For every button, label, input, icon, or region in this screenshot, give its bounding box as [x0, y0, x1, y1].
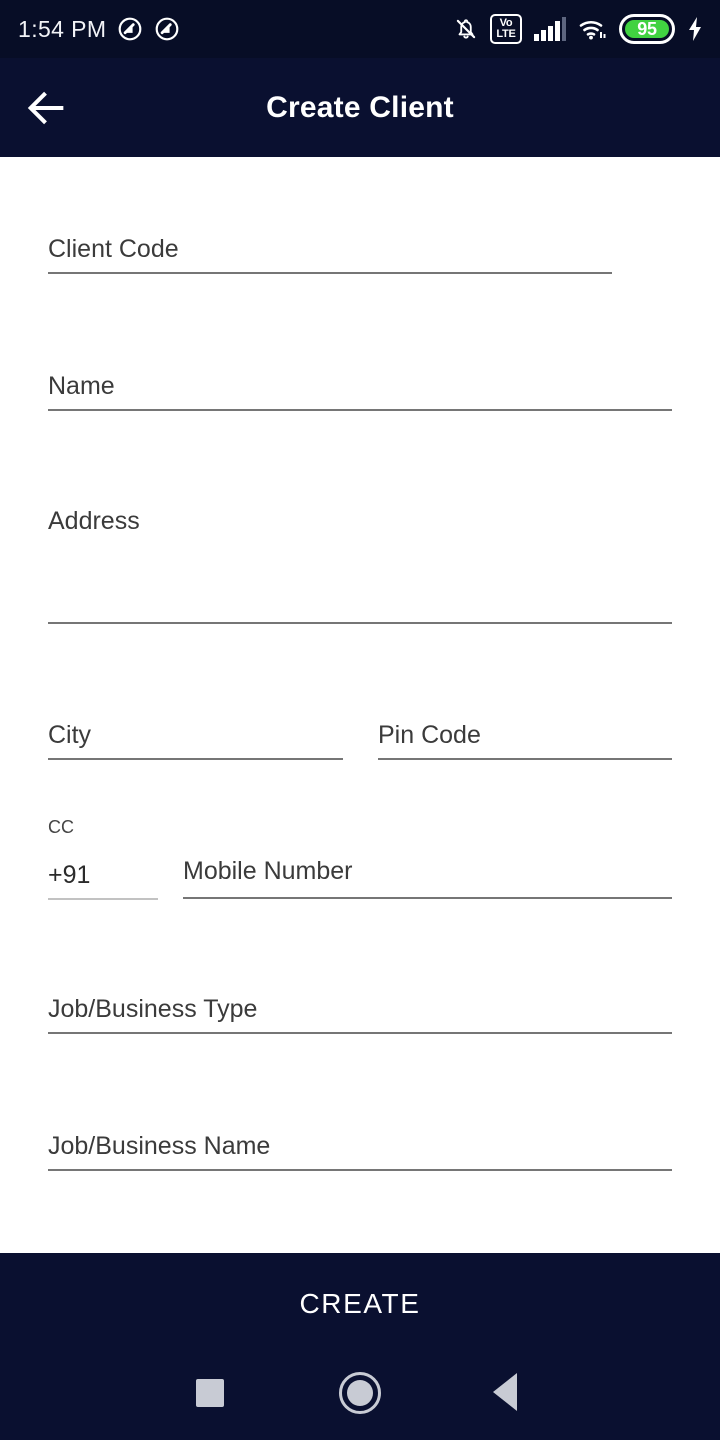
battery-icon: 95	[619, 14, 675, 44]
status-bar-clock: 1:54 PM	[18, 15, 107, 42]
nav-buttons-wrapper	[0, 1355, 720, 1440]
mobile-number-underline	[183, 897, 672, 899]
status-bar: 1:54 PM Vo LTE 95	[0, 0, 720, 58]
address-underline	[48, 622, 672, 624]
volte-icon: Vo LTE	[490, 14, 522, 44]
nav-back-button[interactable]	[481, 1367, 529, 1417]
square-icon	[196, 1379, 224, 1407]
triangle-left-icon	[493, 1373, 517, 1411]
wifi-icon	[578, 16, 608, 42]
city-label: City	[48, 721, 92, 749]
app-bar: Create Client	[0, 58, 720, 157]
circle-icon-inner	[347, 1380, 373, 1406]
job-business-name-underline	[48, 1169, 672, 1171]
job-business-type-underline	[48, 1032, 672, 1034]
nav-recents-button[interactable]	[186, 1369, 234, 1417]
field-city[interactable]: City	[48, 723, 91, 748]
field-name[interactable]: Name	[48, 374, 115, 399]
client-code-label: Client Code	[48, 235, 179, 263]
address-label: Address	[48, 507, 140, 535]
nav-home-button[interactable]	[336, 1365, 384, 1421]
status-bar-right: Vo LTE 95	[453, 14, 704, 44]
footer: CREATE	[0, 1253, 720, 1440]
field-job-business-name[interactable]: Job/Business Name	[48, 1134, 270, 1159]
create-button[interactable]: CREATE	[0, 1253, 720, 1355]
volte-bottom-label: LTE	[496, 28, 516, 40]
form-container: Client Code Name Address City Pin Code C…	[0, 157, 720, 1253]
status-bar-left: 1:54 PM	[18, 16, 180, 43]
dnd-circle-slash-icon	[154, 16, 180, 42]
system-nav-bar	[0, 1355, 720, 1440]
job-business-name-label: Job/Business Name	[48, 1132, 271, 1160]
field-mobile-number[interactable]: Mobile Number	[183, 859, 353, 884]
country-code-value: +91	[48, 861, 91, 889]
field-pin-code[interactable]: Pin Code	[378, 723, 481, 748]
field-client-code[interactable]: Client Code	[48, 237, 179, 262]
client-code-underline	[48, 272, 612, 274]
charging-bolt-icon	[686, 16, 704, 42]
name-underline	[48, 409, 672, 411]
back-button[interactable]	[14, 76, 78, 140]
mobile-number-label: Mobile Number	[183, 857, 353, 885]
name-label: Name	[48, 372, 115, 400]
arrow-left-icon	[23, 85, 69, 131]
pin-code-label: Pin Code	[378, 721, 481, 749]
field-country-code[interactable]: CC +91	[48, 818, 90, 888]
field-job-business-type[interactable]: Job/Business Type	[48, 997, 257, 1022]
bell-muted-icon	[453, 16, 479, 42]
circle-icon	[339, 1372, 381, 1414]
battery-level-label: 95	[637, 18, 657, 39]
pin-code-underline	[378, 758, 672, 760]
job-business-type-label: Job/Business Type	[48, 995, 258, 1023]
field-address[interactable]: Address	[48, 509, 140, 534]
phone-screen: 1:54 PM Vo LTE 95 Create Client Client C…	[0, 0, 720, 1440]
country-code-label: CC	[48, 817, 74, 837]
signal-bars-icon	[533, 16, 567, 42]
page-title: Create Client	[266, 90, 454, 124]
city-underline	[48, 758, 343, 760]
dnd-circle-slash-icon	[117, 16, 143, 42]
country-code-underline	[48, 898, 158, 900]
